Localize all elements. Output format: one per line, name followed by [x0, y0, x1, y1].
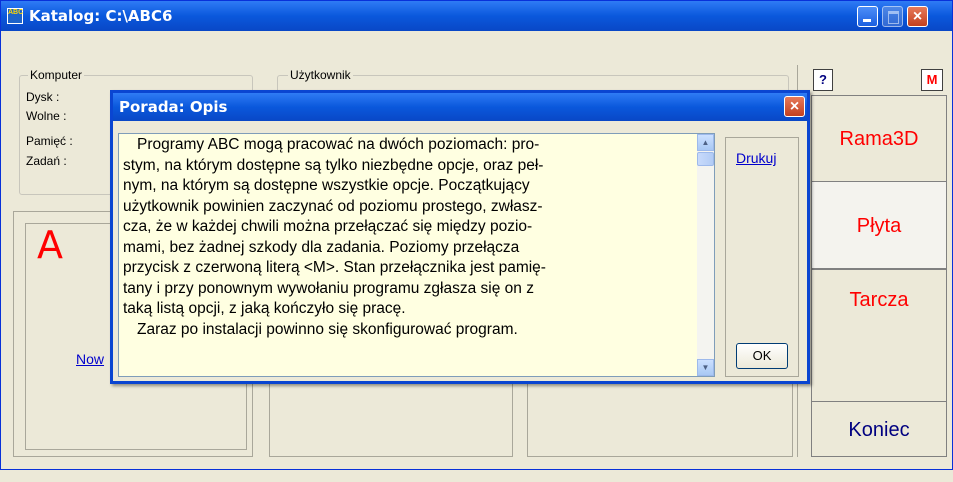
mode-toggle-button[interactable]: M: [921, 69, 943, 91]
text-line: tany i przy ponownym wywołaniu programu …: [123, 279, 534, 297]
rama3d-button[interactable]: Rama3D: [811, 95, 947, 181]
tarcza-button[interactable]: Tarcza: [811, 269, 947, 401]
close-button[interactable]: ×: [907, 6, 928, 27]
komputer-legend: Komputer: [28, 68, 85, 82]
description-text: Programy ABC mogą pracować na dwóch pozi…: [123, 135, 693, 340]
text-line: przycisk z czerwoną literą <M>. Stan prz…: [123, 259, 546, 276]
right-button-column: ? M Rama3D Płyta Tarcza Koniec: [811, 65, 947, 457]
text-line: mami, bez żadnej szkody dla zadania. Poz…: [123, 238, 520, 256]
help-button[interactable]: ?: [813, 69, 833, 91]
dysk-label: Dysk :: [26, 90, 60, 104]
porada-dialog: Porada: Opis × Programy ABC mogą pracowa…: [110, 90, 810, 384]
window-title: Katalog: C:\ABC6: [29, 7, 173, 25]
text-line: użytkownik powinien zaczynać od poziomu …: [123, 197, 543, 215]
print-link[interactable]: Drukuj: [736, 150, 776, 166]
ok-button[interactable]: OK: [736, 343, 788, 369]
minimize-button[interactable]: [857, 6, 878, 27]
description-textarea[interactable]: Programy ABC mogą pracować na dwóch pozi…: [118, 133, 715, 377]
title-bar[interactable]: ABC Katalog: C:\ABC6 ×: [1, 1, 952, 31]
app-icon: ABC: [7, 8, 23, 24]
text-line: taką listą opcji, z jaką kończyło się pr…: [123, 300, 406, 317]
dialog-side-panel: Drukuj OK: [725, 137, 799, 377]
dialog-title: Porada: Opis: [119, 98, 228, 116]
text-line: Programy ABC mogą pracować na dwóch pozi…: [137, 136, 540, 153]
scroll-thumb[interactable]: [697, 152, 714, 166]
wolne-label: Wolne :: [26, 109, 67, 123]
scroll-up-icon[interactable]: ▲: [697, 134, 714, 151]
text-line: stym, na którym dostępne są tylko niezbę…: [123, 156, 544, 174]
pamiec-label: Pamięć :: [26, 134, 73, 148]
dialog-title-bar[interactable]: Porada: Opis ×: [113, 93, 807, 121]
text-line: Zaraz po instalacji powinno się skonfigu…: [137, 320, 518, 338]
maximize-button[interactable]: [882, 6, 903, 27]
scroll-down-icon[interactable]: ▼: [697, 359, 714, 376]
plyta-button[interactable]: Płyta: [811, 181, 947, 269]
bottom-edge: [0, 470, 953, 482]
koniec-button[interactable]: Koniec: [811, 401, 947, 457]
dialog-close-button[interactable]: ×: [784, 96, 805, 117]
zadan-label: Zadań :: [26, 154, 67, 168]
text-line: nym, na którym są dostępne wszystkie opc…: [123, 177, 530, 194]
vertical-scrollbar[interactable]: ▲ ▼: [697, 134, 714, 376]
text-line: cza, że w każdej chwili można przełączać…: [123, 218, 533, 235]
uzytkownik-legend: Użytkownik: [288, 68, 353, 82]
